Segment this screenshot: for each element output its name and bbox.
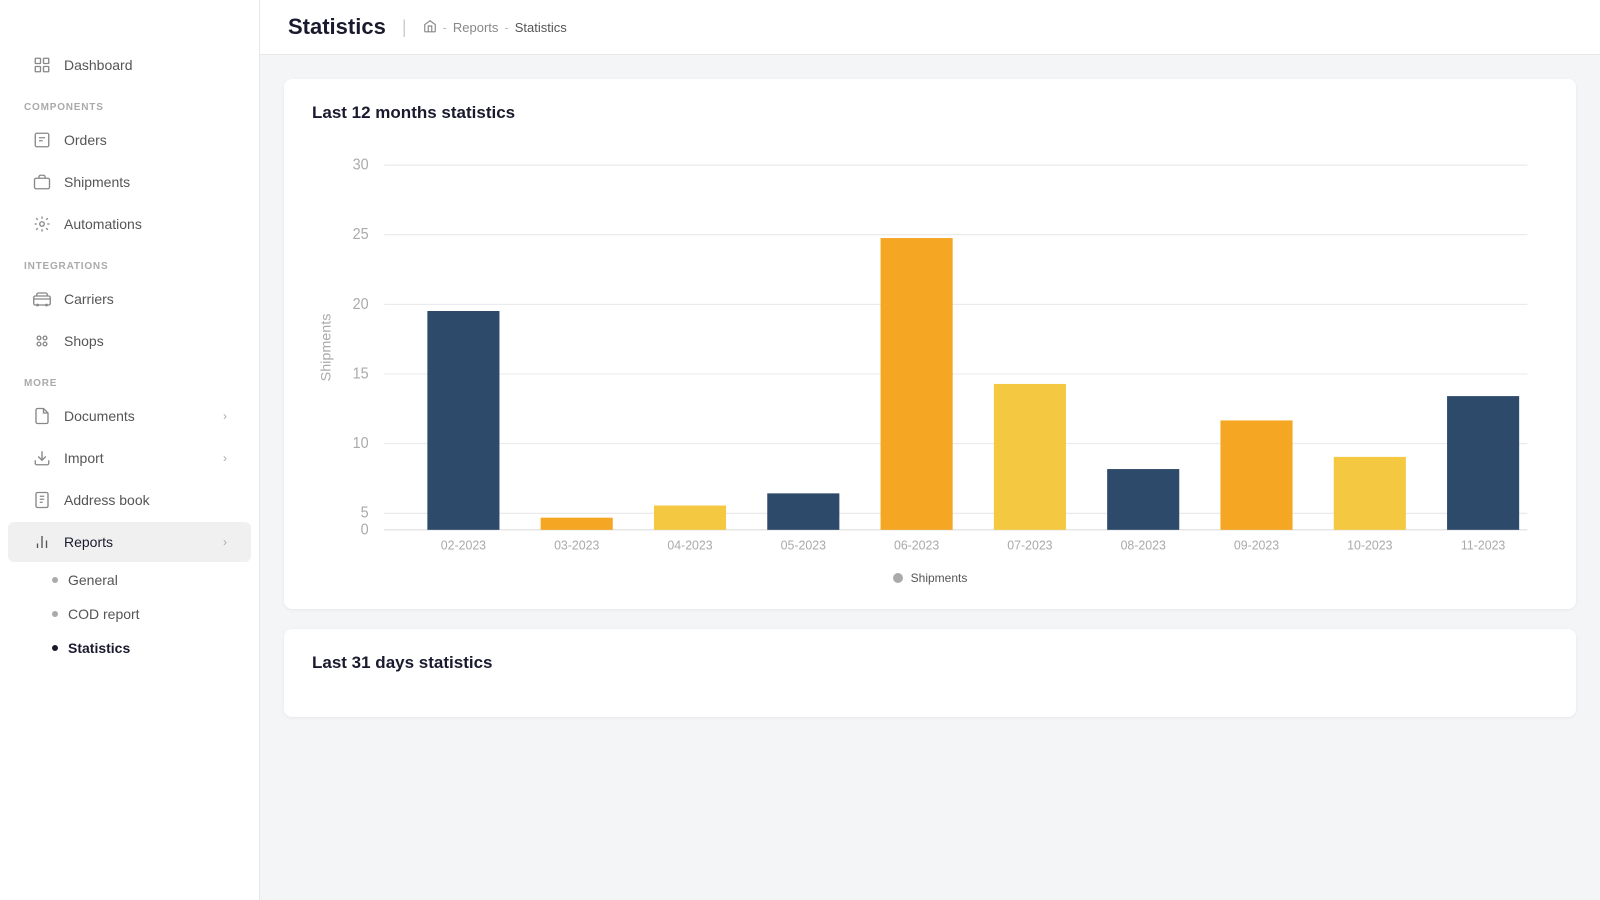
sidebar: Dashboard COMPONENTS Orders Shipments	[0, 0, 260, 900]
breadcrumb-sep-2: -	[504, 20, 508, 35]
sidebar-item-reports-label: Reports	[64, 534, 113, 550]
breadcrumb-reports[interactable]: Reports	[453, 20, 499, 35]
svg-text:25: 25	[353, 226, 369, 244]
sidebar-sub-item-general-label: General	[68, 572, 118, 588]
svg-text:09-2023: 09-2023	[1234, 537, 1279, 553]
sidebar-item-orders[interactable]: Orders	[8, 120, 251, 160]
integrations-section-label: INTEGRATIONS	[0, 245, 259, 278]
bar-07-2023	[994, 384, 1066, 530]
bar-04-2023	[654, 506, 726, 530]
svg-text:02-2023: 02-2023	[441, 537, 486, 553]
chart-12-months-title: Last 12 months statistics	[312, 103, 1548, 123]
sidebar-item-import[interactable]: Import ›	[8, 438, 251, 478]
svg-text:10: 10	[353, 435, 369, 453]
svg-text:0: 0	[361, 521, 369, 539]
page-title: Statistics	[288, 14, 386, 40]
breadcrumb-sep-1: -	[443, 20, 447, 35]
shops-icon	[32, 331, 52, 351]
bar-05-2023	[767, 493, 839, 529]
svg-text:15: 15	[353, 365, 369, 383]
dashboard-icon	[32, 55, 52, 75]
bar-08-2023	[1107, 469, 1179, 530]
chart-31-days-card: Last 31 days statistics	[284, 629, 1576, 717]
sidebar-sub-item-cod-report[interactable]: COD report	[8, 598, 251, 630]
bar-03-2023	[541, 518, 613, 530]
cod-report-dot	[52, 611, 58, 617]
svg-text:06-2023: 06-2023	[894, 537, 939, 553]
sidebar-item-import-label: Import	[64, 450, 104, 466]
svg-text:05-2023: 05-2023	[781, 537, 826, 553]
shipments-icon	[32, 172, 52, 192]
chart-12-months-svg: 30 25 20 15 10 5 0 Shipments 02-2023	[312, 143, 1548, 563]
svg-text:07-2023: 07-2023	[1007, 537, 1052, 553]
sidebar-sub-item-statistics[interactable]: Statistics	[8, 632, 251, 664]
sidebar-item-documents[interactable]: Documents ›	[8, 396, 251, 436]
more-section-label: MORE	[0, 362, 259, 395]
svg-text:Shipments: Shipments	[318, 314, 333, 382]
svg-text:11-2023: 11-2023	[1461, 537, 1505, 553]
header-divider: |	[402, 17, 407, 38]
bar-10-2023	[1334, 457, 1406, 530]
import-chevron-icon: ›	[223, 451, 227, 465]
sidebar-item-orders-label: Orders	[64, 132, 107, 148]
svg-text:10-2023: 10-2023	[1347, 537, 1392, 553]
sidebar-item-dashboard[interactable]: Dashboard	[8, 45, 251, 85]
sidebar-item-address-book-label: Address book	[64, 492, 150, 508]
sidebar-item-automations-label: Automations	[64, 216, 142, 232]
chart-12-months-container: 30 25 20 15 10 5 0 Shipments 02-2023	[312, 143, 1548, 563]
reports-icon	[32, 532, 52, 552]
home-icon[interactable]	[423, 19, 437, 36]
general-dot	[52, 577, 58, 583]
sidebar-item-carriers-label: Carriers	[64, 291, 114, 307]
documents-chevron-icon: ›	[223, 409, 227, 423]
sidebar-item-shops[interactable]: Shops	[8, 321, 251, 361]
svg-text:30: 30	[353, 156, 369, 174]
bar-06-2023	[881, 238, 953, 530]
bar-02-2023	[427, 311, 499, 530]
svg-text:5: 5	[361, 504, 369, 522]
svg-text:20: 20	[353, 295, 369, 313]
breadcrumb-statistics: Statistics	[515, 20, 567, 35]
content-area: Last 12 months statistics 30 25 20 15 10	[260, 55, 1600, 900]
sidebar-item-reports[interactable]: Reports ›	[8, 522, 251, 562]
documents-icon	[32, 406, 52, 426]
reports-chevron-icon: ›	[223, 535, 227, 549]
sidebar-item-address-book[interactable]: Address book	[8, 480, 251, 520]
statistics-dot	[52, 645, 58, 651]
orders-icon	[32, 130, 52, 150]
sidebar-item-documents-label: Documents	[64, 408, 135, 424]
components-section-label: COMPONENTS	[0, 86, 259, 119]
chart-legend: Shipments	[312, 571, 1548, 585]
import-icon	[32, 448, 52, 468]
sidebar-sub-item-cod-report-label: COD report	[68, 606, 140, 622]
sidebar-sub-item-general[interactable]: General	[8, 564, 251, 596]
address-book-icon	[32, 490, 52, 510]
sidebar-item-carriers[interactable]: Carriers	[8, 279, 251, 319]
carriers-icon	[32, 289, 52, 309]
breadcrumb: - Reports - Statistics	[423, 19, 567, 36]
svg-text:03-2023: 03-2023	[554, 537, 599, 553]
main-content: Statistics | - Reports - Statistics Last…	[260, 0, 1600, 900]
chart-31-days-title: Last 31 days statistics	[312, 653, 1548, 673]
svg-text:08-2023: 08-2023	[1121, 537, 1166, 553]
bar-11-2023	[1447, 396, 1519, 530]
sidebar-item-shipments-label: Shipments	[64, 174, 130, 190]
legend-dot	[893, 573, 903, 583]
sidebar-logo	[0, 16, 259, 44]
chart-12-months-card: Last 12 months statistics 30 25 20 15 10	[284, 79, 1576, 609]
svg-text:04-2023: 04-2023	[667, 537, 712, 553]
sidebar-item-automations[interactable]: Automations	[8, 204, 251, 244]
bar-09-2023	[1220, 420, 1292, 529]
sidebar-item-dashboard-label: Dashboard	[64, 57, 133, 73]
sidebar-sub-item-statistics-label: Statistics	[68, 640, 130, 656]
sidebar-item-shops-label: Shops	[64, 333, 104, 349]
page-header: Statistics | - Reports - Statistics	[260, 0, 1600, 55]
legend-label: Shipments	[911, 571, 968, 585]
sidebar-item-shipments[interactable]: Shipments	[8, 162, 251, 202]
automations-icon	[32, 214, 52, 234]
